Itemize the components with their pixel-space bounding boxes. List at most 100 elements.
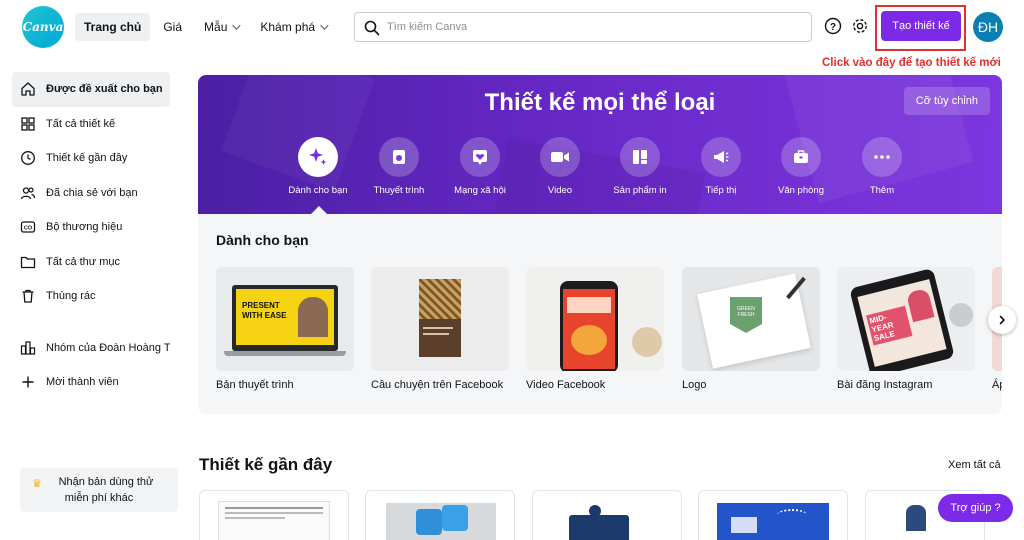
search-input[interactable]: Tìm kiếm Canva <box>354 12 812 42</box>
clock-icon <box>21 151 35 165</box>
gear-icon[interactable] <box>849 15 871 37</box>
sidebar-item-label: Thiết kế gần đây <box>46 152 128 165</box>
phone-frame: MID-YEAR SALE <box>849 267 955 371</box>
sidebar-item-trash[interactable]: Thùng rác <box>12 279 170 314</box>
search-placeholder: Tìm kiếm Canva <box>387 21 468 33</box>
nav-discover[interactable]: Khám phá <box>251 13 335 41</box>
crown-icon: ♛ <box>32 478 42 490</box>
canva-logo[interactable]: Canva <box>22 6 64 48</box>
phone-header <box>567 297 611 313</box>
avatar[interactable]: ĐH <box>973 12 1003 42</box>
help-button[interactable]: Trợ giúp ? <box>938 494 1013 522</box>
category-label: Tiếp thị <box>705 185 737 196</box>
sidebar-item-label: Bộ thương hiệu <box>46 221 123 234</box>
blue-slide-preview <box>717 503 829 540</box>
sidebar-item-all-designs[interactable]: Tất cả thiết kế <box>12 107 170 142</box>
card-label: Bài đăng Instagram <box>837 379 933 391</box>
category-more[interactable]: Thêm <box>837 137 927 196</box>
card-label: Câu chuyện trên Facebook <box>371 379 504 391</box>
category-video[interactable]: Video <box>515 137 605 196</box>
nav-templates[interactable]: Mẫu <box>195 13 247 41</box>
brand-kit-icon: CO <box>20 221 36 233</box>
custom-size-button[interactable]: Cỡ tùy chỉnh <box>903 87 990 115</box>
doc-line <box>225 507 323 509</box>
nav-discover-label: Khám phá <box>260 20 316 34</box>
design-type-card[interactable]: MID-YEAR SALE Bài đăng Instagram <box>837 267 975 391</box>
help-circle-icon[interactable]: ? <box>822 15 844 37</box>
active-category-pointer <box>311 206 327 214</box>
category-label: Dành cho bạn <box>288 185 348 196</box>
design-type-card[interactable]: GREEN FRESH Logo <box>682 267 820 391</box>
carousel-next-button[interactable] <box>988 306 1016 334</box>
see-all-link[interactable]: Xem tất cả <box>948 459 1001 471</box>
category-label: Văn phòng <box>778 185 824 196</box>
category-label: Thuyết trình <box>373 185 425 196</box>
nav-pricing[interactable]: Giá <box>154 13 191 41</box>
category-label: Video <box>547 185 573 196</box>
chevron-down-icon <box>320 21 329 30</box>
puzzle-piece <box>442 505 468 531</box>
briefcase-icon <box>781 137 821 177</box>
category-label: Mạng xã hội <box>454 185 506 196</box>
top-header: Canva Trang chủ Giá Mẫu Khám phá Tìm kiế… <box>0 0 1024 69</box>
category-presentation[interactable]: Thuyết trình <box>354 137 444 196</box>
recent-design-card[interactable] <box>698 490 848 540</box>
people-icon <box>20 186 36 199</box>
model-image <box>905 287 935 323</box>
svg-text:?: ? <box>830 22 836 33</box>
illustration-preview <box>559 505 649 540</box>
card-thumbnail <box>526 267 664 371</box>
trial-line-1: Nhận bản dùng thử <box>58 476 154 488</box>
sidebar-item-label: Thùng rác <box>46 290 96 303</box>
recent-design-card[interactable] <box>532 490 682 540</box>
nav-templates-label: Mẫu <box>204 20 228 34</box>
grid-icon <box>21 116 35 131</box>
category-social[interactable]: Mạng xã hội <box>435 137 525 196</box>
sale-text: MID-YEAR SALE <box>866 305 913 346</box>
sidebar-item-team[interactable]: Nhóm của Đoàn Hoàng Th... <box>12 331 170 366</box>
design-type-card[interactable]: PRESENT WITH EASE Bản thuyết trình <box>216 267 354 391</box>
sidebar-item-folders[interactable]: Tất cả thư mục <box>12 245 170 280</box>
sidebar-item-shared[interactable]: Đã chia sẻ với bạn <box>12 176 170 211</box>
search-icon <box>364 20 380 36</box>
category-print[interactable]: Sản phẩm in <box>595 137 685 196</box>
doc-line <box>225 517 285 519</box>
story-preview <box>419 279 461 357</box>
phone-screen <box>563 289 615 369</box>
create-design-button[interactable]: Tạo thiết kế <box>881 11 961 41</box>
free-trial-card[interactable]: ♛ Nhận bản dùng thử miễn phí khác <box>20 468 178 512</box>
chevron-down-icon <box>232 21 242 30</box>
sidebar-item-brand-kit[interactable]: CO Bộ thương hiệu <box>12 210 170 245</box>
phone-screen: MID-YEAR SALE <box>857 279 947 367</box>
story-line <box>423 333 449 335</box>
logo-badge-text: GREEN FRESH <box>737 306 755 318</box>
plus-icon <box>22 376 34 388</box>
story-line <box>423 327 453 329</box>
hero-title: Thiết kế mọi thể loại <box>484 89 716 116</box>
story-image <box>419 279 461 319</box>
recent-design-card[interactable] <box>365 490 515 540</box>
sidebar-item-recent[interactable]: Thiết kế gần đây <box>12 141 170 176</box>
category-marketing[interactable]: Tiếp thị <box>676 137 766 196</box>
category-office[interactable]: Văn phòng <box>756 137 846 196</box>
design-type-card[interactable]: Câu chuyện trên Facebook <box>371 267 509 391</box>
more-icon <box>862 137 902 177</box>
person-illustration <box>906 505 926 531</box>
folder-icon <box>20 256 36 268</box>
team-icon <box>20 340 36 355</box>
food-image <box>571 325 607 355</box>
sidebar-divider <box>0 314 180 331</box>
puzzle-preview <box>386 503 496 540</box>
recent-design-card[interactable] <box>199 490 349 540</box>
sidebar-item-recommended[interactable]: Được đề xuất cho bạn <box>12 72 170 107</box>
card-label: Áp <box>992 379 1002 391</box>
card-thumbnail <box>371 267 509 371</box>
card-label: Bản thuyết trình <box>216 379 294 391</box>
design-type-card[interactable]: Video Facebook <box>526 267 664 391</box>
nav-home[interactable]: Trang chủ <box>75 13 151 41</box>
svg-text:CO: CO <box>24 226 33 232</box>
section-title: Dành cho bạn <box>216 232 309 248</box>
puzzle-piece <box>416 509 442 535</box>
sidebar-item-invite[interactable]: Mời thành viên <box>12 365 170 400</box>
category-for-you[interactable]: Dành cho bạn <box>273 137 363 196</box>
